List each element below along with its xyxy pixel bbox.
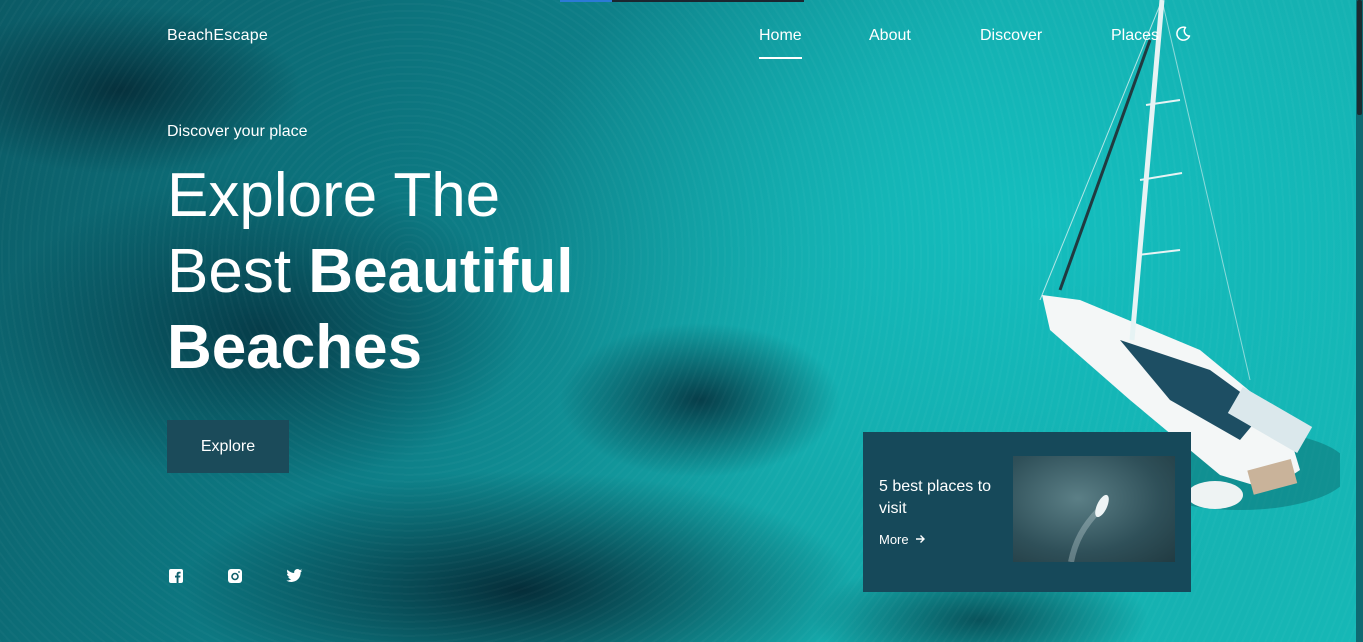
twitter-icon[interactable] bbox=[286, 568, 303, 584]
hero-title-line2-bold: Beautiful bbox=[308, 237, 574, 306]
brand-logo[interactable]: BeachEscape bbox=[167, 27, 268, 45]
instagram-icon[interactable] bbox=[227, 568, 243, 584]
hero-title: Explore The Best Beautiful Beaches bbox=[167, 158, 687, 386]
facebook-icon[interactable] bbox=[168, 568, 184, 584]
hero-title-line1: Explore The bbox=[167, 161, 501, 230]
card-more-link[interactable]: More bbox=[879, 532, 926, 548]
promo-card[interactable]: 5 best places to visit More bbox=[863, 432, 1191, 592]
arrow-right-icon bbox=[914, 533, 926, 548]
moon-icon[interactable] bbox=[1175, 26, 1193, 44]
hero-title-line3: Beaches bbox=[167, 313, 423, 382]
top-loading-bar bbox=[560, 0, 804, 2]
card-boat-image bbox=[1013, 456, 1175, 562]
nav-discover[interactable]: Discover bbox=[980, 27, 1042, 45]
card-title: 5 best places to visit bbox=[879, 478, 992, 517]
scrollbar-thumb[interactable] bbox=[1357, 0, 1362, 115]
hero-subtitle: Discover your place bbox=[167, 123, 308, 140]
nav-home[interactable]: Home bbox=[759, 27, 802, 59]
page-scrollbar[interactable] bbox=[1356, 0, 1363, 642]
nav-places[interactable]: Places bbox=[1111, 27, 1159, 45]
nav-about[interactable]: About bbox=[869, 27, 911, 45]
hero-title-line2-regular: Best bbox=[167, 237, 309, 306]
explore-button[interactable]: Explore bbox=[167, 420, 289, 473]
card-more-label: More bbox=[879, 532, 909, 547]
site-header: BeachEscape Home About Discover Places bbox=[167, 24, 1197, 60]
